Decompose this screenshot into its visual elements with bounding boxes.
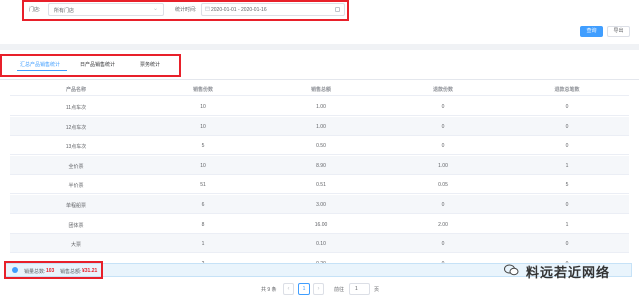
table-cell: 0 xyxy=(565,123,569,130)
calendar-icon xyxy=(205,6,210,11)
column-header[interactable]: 退款份数 xyxy=(433,86,453,93)
store-filter-label: 门店: xyxy=(29,7,41,13)
column-header[interactable]: 销售份数 xyxy=(193,86,213,93)
tab-ticket-stats[interactable]: 票务统计 xyxy=(140,61,160,68)
table-cell: 0.10 xyxy=(316,241,326,248)
table-cell: 团体票 xyxy=(68,222,84,229)
sales-amount-value: ¥31.21 xyxy=(82,268,98,274)
column-header[interactable]: 销售总额 xyxy=(311,86,331,93)
export-button[interactable]: 导出 xyxy=(607,26,630,37)
table-cell: 51 xyxy=(200,182,206,189)
table-row[interactable]: 13点车次 5 0.50 0 0 xyxy=(10,136,629,156)
table-row[interactable]: 半价票 51 0.51 0.05 5 xyxy=(10,175,629,195)
pagination-total: 共 9 条 xyxy=(261,287,277,293)
table-cell: 0 xyxy=(565,104,569,110)
watermark-text: 料远若近网络 xyxy=(526,265,611,280)
time-filter-label: 统计时间: xyxy=(175,7,197,13)
table-cell: 0 xyxy=(441,104,445,110)
table-cell: 6 xyxy=(201,202,205,208)
query-button[interactable]: 查询 xyxy=(580,26,603,37)
table-cell: 0.05 xyxy=(438,182,448,189)
info-icon xyxy=(12,267,18,273)
page-suffix-label: 页 xyxy=(374,287,380,293)
table-cell: 0 xyxy=(441,123,445,130)
next-page-button[interactable]: › xyxy=(313,283,324,295)
store-select[interactable]: 所有门店 ⌄ xyxy=(48,3,164,16)
table-cell: 0 xyxy=(441,241,445,248)
date-range-value: 2020-01-01 - 2020-01-16 xyxy=(211,7,267,13)
table-cell: 10 xyxy=(200,162,206,169)
table-cell: 0.50 xyxy=(316,143,326,150)
table-row[interactable]: 单程船票 6 3.00 0 0 xyxy=(10,195,629,214)
table-row[interactable]: 12点车次 10 1.00 0 0 xyxy=(10,116,629,136)
column-header[interactable]: 产品名称 xyxy=(66,86,86,93)
table-row[interactable]: 11点车次 10 1.00 0 0 xyxy=(10,97,629,116)
active-tab-indicator xyxy=(17,70,67,71)
table-cell: 0 xyxy=(441,202,445,208)
table-header-row: 产品名称 销售份数 销售总额 退款份数 退款总笔数 xyxy=(10,81,629,96)
sales-count-label: 销量总数: xyxy=(24,269,46,275)
tab-summary-product-sales[interactable]: 汇总产品销售统计 xyxy=(20,61,60,68)
goto-page-input[interactable]: 1 xyxy=(349,283,370,295)
store-select-value: 所有门店 xyxy=(54,8,75,14)
table-cell: 10 xyxy=(200,104,206,110)
table-cell: 13点车次 xyxy=(65,144,87,151)
table-cell: 1 xyxy=(565,162,569,169)
watermark: 料远若近网络 xyxy=(504,262,634,280)
table-cell: 1 xyxy=(201,241,205,248)
table-cell: 1.00 xyxy=(438,162,448,169)
table-cell: 0 xyxy=(565,143,569,150)
tabs-divider xyxy=(0,79,639,80)
table-cell: 1 xyxy=(565,221,569,228)
table-cell: 全价票 xyxy=(68,163,84,170)
table-row[interactable]: 全价票 10 8.90 1.00 1 xyxy=(10,155,629,175)
tab-daily-product-sales[interactable]: 日产品销售统计 xyxy=(80,61,115,68)
table-cell: 8 xyxy=(201,221,205,228)
table-cell: 11点车次 xyxy=(65,105,87,111)
table-cell: 16.00 xyxy=(314,221,328,228)
column-header[interactable]: 退款总笔数 xyxy=(554,86,579,93)
table-cell: 0.51 xyxy=(316,182,326,189)
filter-panel: 门店: 所有门店 ⌄ 统计时间: 2020-01-01 - 2020-01-16… xyxy=(0,0,639,44)
table-cell: 1.00 xyxy=(316,104,326,110)
table-cell: 10 xyxy=(200,123,206,130)
table-cell: 单程船票 xyxy=(65,203,87,209)
table-cell: 大票 xyxy=(70,242,82,249)
sales-amount-label: 销售总额: xyxy=(60,269,82,275)
table-cell: 12点车次 xyxy=(65,124,87,131)
table-cell: 1.00 xyxy=(316,123,326,130)
sales-count-value: 103 xyxy=(46,268,55,274)
table-cell: 0 xyxy=(565,202,569,208)
table-cell: 8.90 xyxy=(316,162,326,169)
table-cell: 5 xyxy=(565,182,569,189)
calendar-clear-icon[interactable] xyxy=(335,7,340,12)
date-range-picker[interactable]: 2020-01-01 - 2020-01-16 xyxy=(201,3,345,16)
table-row[interactable]: 团体票 8 16.00 2.00 1 xyxy=(10,215,629,234)
wechat-icon xyxy=(504,264,519,276)
table-row[interactable]: 大票 1 0.10 0 0 xyxy=(10,234,629,254)
goto-label: 前往 xyxy=(334,287,345,293)
prev-page-button[interactable]: ‹ xyxy=(283,283,294,295)
page-number-current[interactable]: 1 xyxy=(298,283,310,295)
table-cell: 5 xyxy=(201,143,205,150)
chevron-down-icon: ⌄ xyxy=(152,6,158,12)
table-cell: 2.00 xyxy=(438,221,448,228)
table-cell: 0 xyxy=(565,241,569,248)
table-cell: 半价票 xyxy=(68,183,84,190)
table-cell: 0 xyxy=(441,143,445,150)
table-cell: 3.00 xyxy=(316,202,326,208)
